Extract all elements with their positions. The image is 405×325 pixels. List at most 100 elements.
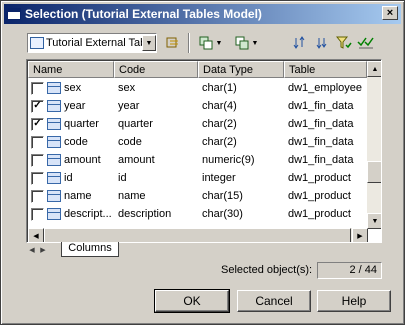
name-cell: descript...	[28, 207, 114, 221]
tab-columns[interactable]: Columns	[61, 242, 119, 257]
chevron-down-icon[interactable]: ▼	[214, 34, 224, 52]
cancel-button[interactable]: Cancel	[237, 290, 311, 312]
row-table: dw1_fin_data	[288, 136, 354, 148]
row-code: id	[118, 172, 127, 184]
row-name: year	[64, 100, 86, 112]
filter-icon[interactable]	[335, 34, 353, 52]
row-name: code	[64, 136, 88, 148]
row-table: dw1_fin_data	[288, 154, 354, 166]
row-table: dw1_product	[288, 190, 351, 202]
row-name: id	[64, 172, 73, 184]
row-table: dw1_employee	[288, 82, 362, 94]
column-icon	[47, 190, 61, 202]
table-row[interactable]: ✓ year year char(4) dw1_fin_data	[28, 97, 367, 115]
columns-grid[interactable]: Name Code Data Type Table sex sex char(1…	[26, 59, 382, 243]
table-row[interactable]: amount amount numeric(9) dw1_fin_data	[28, 151, 367, 169]
name-cell: id	[28, 171, 114, 185]
model-icon	[30, 37, 44, 49]
select-all-icon[interactable]	[197, 34, 215, 52]
row-checkbox[interactable]	[31, 135, 44, 149]
help-button[interactable]: Help	[317, 290, 391, 312]
grid-header: Name Code Data Type Table	[28, 61, 367, 78]
selected-objects-count: 2 / 44	[317, 262, 382, 279]
row-checkbox[interactable]	[31, 153, 44, 167]
table-row[interactable]: ✓ quarter quarter char(2) dw1_fin_data	[28, 115, 367, 133]
model-select-value: Tutorial External Table	[46, 37, 142, 49]
name-cell: name	[28, 189, 114, 203]
scroll-left-icon[interactable]: ◀	[28, 228, 44, 242]
copy-icon[interactable]	[233, 34, 251, 52]
column-header-data-type[interactable]: Data Type	[198, 61, 284, 78]
row-name: name	[64, 190, 92, 202]
vertical-scroll-thumb[interactable]	[367, 161, 381, 183]
table-row[interactable]: id id integer dw1_product	[28, 169, 367, 187]
row-name: amount	[64, 154, 101, 166]
ok-button[interactable]: OK	[154, 289, 230, 313]
row-data-type: char(2)	[202, 136, 237, 148]
model-select[interactable]: Tutorial External Table ▼	[27, 33, 157, 53]
row-code: name	[118, 190, 146, 202]
tab-scroll-left-icon[interactable]: ◀	[28, 243, 36, 257]
name-cell: amount	[28, 153, 114, 167]
column-icon	[47, 100, 61, 112]
row-code: code	[118, 136, 142, 148]
row-checkbox[interactable]	[31, 207, 44, 221]
row-table: dw1_product	[288, 208, 351, 220]
column-icon	[47, 118, 61, 130]
horizontal-scroll-thumb[interactable]	[44, 228, 351, 242]
chevron-down-icon[interactable]: ▼	[142, 35, 156, 51]
column-header-code[interactable]: Code	[114, 61, 198, 78]
row-data-type: integer	[202, 172, 236, 184]
column-icon	[47, 82, 61, 94]
row-name: sex	[64, 82, 82, 94]
column-icon	[47, 136, 61, 148]
name-cell: sex	[28, 81, 114, 95]
row-data-type: numeric(9)	[202, 154, 255, 166]
title-bar[interactable]: Selection (Tutorial External Tables Mode…	[4, 4, 401, 24]
vertical-scrollbar[interactable]: ▲ ▼	[367, 61, 381, 229]
row-table: dw1_fin_data	[288, 118, 354, 130]
table-row[interactable]: name name char(15) dw1_product	[28, 187, 367, 205]
horizontal-scrollbar[interactable]: ◀ ▶	[28, 228, 368, 242]
name-cell: ✓ year	[28, 99, 114, 113]
scroll-up-icon[interactable]: ▲	[367, 61, 381, 77]
table-row[interactable]: descript... description char(30) dw1_pro…	[28, 205, 367, 223]
check-all-icon[interactable]	[357, 34, 375, 52]
scroll-down-icon[interactable]: ▼	[367, 213, 381, 229]
row-checkbox[interactable]: ✓	[31, 117, 44, 131]
row-checkbox[interactable]	[31, 81, 44, 95]
column-header-table[interactable]: Table	[284, 61, 367, 78]
column-header-name[interactable]: Name	[28, 61, 114, 78]
row-data-type: char(30)	[202, 208, 243, 220]
move-to-bottom-icon[interactable]	[291, 34, 309, 52]
row-code: year	[118, 100, 140, 112]
column-icon	[47, 172, 61, 184]
table-row[interactable]: code code char(2) dw1_fin_data	[28, 133, 367, 151]
row-table: dw1_product	[288, 172, 351, 184]
chevron-down-icon[interactable]: ▼	[250, 34, 260, 52]
name-cell: code	[28, 135, 114, 149]
toolbar: Tutorial External Table ▼ ▼ ▼	[27, 31, 382, 55]
include-icon[interactable]	[164, 34, 182, 52]
tab-strip: ◀ ▶ Columns	[26, 242, 382, 258]
close-button[interactable]: ×	[382, 6, 398, 20]
window-icon	[7, 8, 21, 20]
selection-dialog: Selection (Tutorial External Tables Mode…	[0, 0, 405, 325]
row-data-type: char(1)	[202, 82, 237, 94]
scroll-right-icon[interactable]: ▶	[352, 228, 368, 242]
name-cell: ✓ quarter	[28, 117, 114, 131]
row-checkbox[interactable]: ✓	[31, 99, 44, 113]
tab-scroll-right-icon[interactable]: ▶	[39, 243, 47, 257]
table-row[interactable]: sex sex char(1) dw1_employee	[28, 79, 367, 97]
move-down-icon[interactable]	[313, 34, 331, 52]
row-checkbox[interactable]	[31, 171, 44, 185]
row-code: sex	[118, 82, 136, 94]
column-icon	[47, 154, 61, 166]
row-code: quarter	[118, 118, 153, 130]
row-data-type: char(15)	[202, 190, 243, 202]
row-data-type: char(4)	[202, 100, 237, 112]
row-checkbox[interactable]	[31, 189, 44, 203]
row-code: description	[118, 208, 172, 220]
row-name: descript...	[64, 208, 112, 220]
row-name: quarter	[64, 118, 99, 130]
